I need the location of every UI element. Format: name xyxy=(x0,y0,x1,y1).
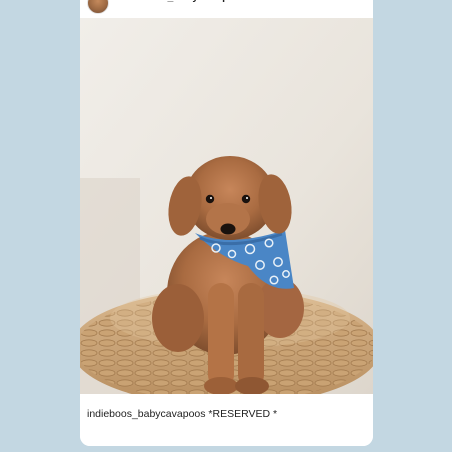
post-header: indieboos_babycavapoos xyxy=(80,0,373,18)
avatar[interactable] xyxy=(87,0,109,14)
post-card[interactable]: indieboos_babycavapoos *RESERVED * xyxy=(80,0,373,446)
caption-text: indieboos_babycavapoos *RESERVED * xyxy=(87,408,278,420)
puppy-photo-icon xyxy=(80,18,373,406)
post-username[interactable]: indieboos_babycavapoos xyxy=(117,0,248,3)
post-caption: indieboos_babycavapoos *RESERVED * xyxy=(80,394,373,446)
post-photo[interactable] xyxy=(80,18,373,406)
